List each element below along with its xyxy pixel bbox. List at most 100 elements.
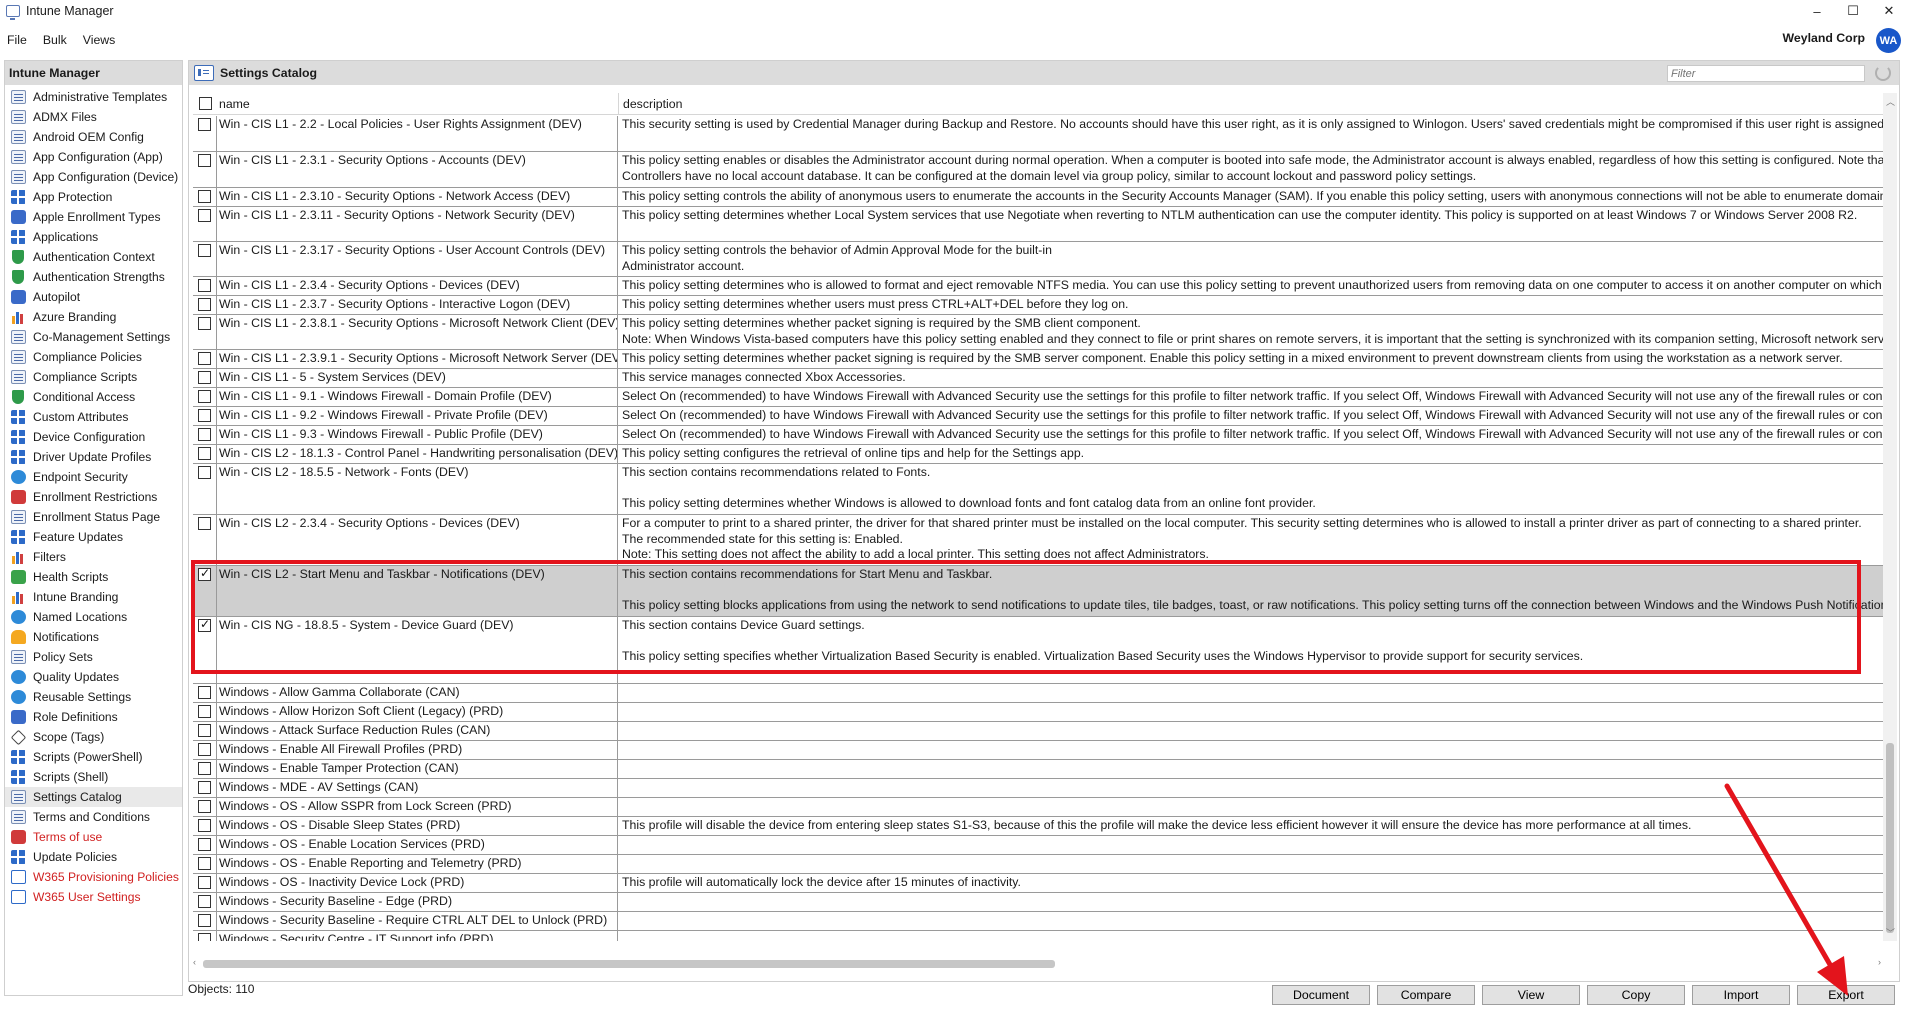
sidebar-item-scope-tags[interactable]: Scope (Tags) xyxy=(5,727,182,747)
scroll-up-icon[interactable]: ︿ xyxy=(1886,95,1895,108)
table-row[interactable]: Win - CIS L1 - 2.3.1 - Security Options … xyxy=(193,152,1883,188)
filter-input[interactable] xyxy=(1667,65,1865,82)
row-checkbox[interactable] xyxy=(198,154,211,167)
export-button[interactable]: Export xyxy=(1797,985,1895,1005)
row-checkbox[interactable] xyxy=(198,190,211,203)
import-button[interactable]: Import xyxy=(1692,985,1790,1005)
row-checkbox[interactable] xyxy=(198,447,211,460)
table-row[interactable]: Windows - OS - Disable Sleep States (PRD… xyxy=(193,817,1883,836)
row-checkbox[interactable] xyxy=(198,781,211,794)
sidebar-item-admx-files[interactable]: ADMX Files xyxy=(5,107,182,127)
table-row[interactable]: Windows - Enable All Firewall Profiles (… xyxy=(193,741,1883,760)
sidebar-item-settings-catalog[interactable]: Settings Catalog xyxy=(5,787,182,807)
row-checkbox[interactable] xyxy=(198,819,211,832)
row-checkbox[interactable] xyxy=(198,800,211,813)
table-row[interactable]: Windows - MDE - AV Settings (CAN) xyxy=(193,779,1883,798)
sidebar-item-terms-and-conditions[interactable]: Terms and Conditions xyxy=(5,807,182,827)
table-row[interactable]: Win - CIS L2 - Start Menu and Taskbar - … xyxy=(193,566,1883,617)
sidebar-item-intune-branding[interactable]: Intune Branding xyxy=(5,587,182,607)
sidebar-item-w365-provisioning-policies[interactable]: W365 Provisioning Policies xyxy=(5,867,182,887)
column-header-description[interactable]: description xyxy=(618,93,1883,114)
horizontal-scroll-thumb[interactable] xyxy=(203,960,1055,968)
table-row[interactable]: Win - CIS NG - 18.8.5 - System - Device … xyxy=(193,617,1883,684)
table-row[interactable]: Win - CIS L1 - 2.3.7 - Security Options … xyxy=(193,296,1883,315)
row-checkbox[interactable] xyxy=(198,390,211,403)
sidebar-item-conditional-access[interactable]: Conditional Access xyxy=(5,387,182,407)
row-checkbox[interactable] xyxy=(198,686,211,699)
sidebar-item-android-oem-config[interactable]: Android OEM Config xyxy=(5,127,182,147)
table-row[interactable]: Windows - OS - Enable Reporting and Tele… xyxy=(193,855,1883,874)
sidebar-item-app-protection[interactable]: App Protection xyxy=(5,187,182,207)
row-checkbox[interactable] xyxy=(198,857,211,870)
sidebar-item-authentication-strengths[interactable]: Authentication Strengths xyxy=(5,267,182,287)
table-row[interactable]: Windows - Security Baseline - Edge (PRD) xyxy=(193,893,1883,912)
select-all-checkbox[interactable] xyxy=(198,97,212,110)
sidebar-item-compliance-policies[interactable]: Compliance Policies xyxy=(5,347,182,367)
table-row[interactable]: Windows - Enable Tamper Protection (CAN) xyxy=(193,760,1883,779)
sidebar-item-driver-update-profiles[interactable]: Driver Update Profiles xyxy=(5,447,182,467)
table-row[interactable]: Win - CIS L1 - 2.3.4 - Security Options … xyxy=(193,277,1883,296)
document-button[interactable]: Document xyxy=(1272,985,1370,1005)
sidebar-item-policy-sets[interactable]: Policy Sets xyxy=(5,647,182,667)
scroll-right-icon[interactable]: › xyxy=(1878,957,1881,967)
sidebar-item-azure-branding[interactable]: Azure Branding xyxy=(5,307,182,327)
scroll-left-icon[interactable]: ‹ xyxy=(193,957,196,967)
row-checkbox[interactable] xyxy=(198,876,211,889)
sidebar-item-device-configuration[interactable]: Device Configuration xyxy=(5,427,182,447)
sidebar-item-apple-enrollment-types[interactable]: Apple Enrollment Types xyxy=(5,207,182,227)
row-checkbox[interactable] xyxy=(198,914,211,927)
sidebar-item-filters[interactable]: Filters xyxy=(5,547,182,567)
table-row[interactable]: Windows - OS - Enable Location Services … xyxy=(193,836,1883,855)
maximize-button[interactable]: ☐ xyxy=(1835,0,1871,22)
table-row[interactable]: Win - CIS L1 - 9.2 - Windows Firewall - … xyxy=(193,407,1883,426)
row-checkbox[interactable] xyxy=(198,466,211,479)
row-checkbox[interactable] xyxy=(198,724,211,737)
row-checkbox[interactable] xyxy=(198,705,211,718)
row-checkbox[interactable] xyxy=(198,517,211,530)
avatar[interactable]: WA xyxy=(1876,28,1901,53)
minimize-button[interactable]: – xyxy=(1799,0,1835,22)
table-row[interactable]: Win - CIS L1 - 9.1 - Windows Firewall - … xyxy=(193,388,1883,407)
sidebar-item-enrollment-restrictions[interactable]: Enrollment Restrictions xyxy=(5,487,182,507)
table-row[interactable]: Windows - Attack Surface Reduction Rules… xyxy=(193,722,1883,741)
sidebar-item-custom-attributes[interactable]: Custom Attributes xyxy=(5,407,182,427)
sidebar-item-app-configuration-app[interactable]: App Configuration (App) xyxy=(5,147,182,167)
row-checkbox[interactable] xyxy=(198,838,211,851)
sidebar-item-authentication-context[interactable]: Authentication Context xyxy=(5,247,182,267)
menu-file[interactable]: File xyxy=(7,33,27,47)
row-checkbox[interactable] xyxy=(198,317,211,330)
sidebar-item-scripts-shell[interactable]: Scripts (Shell) xyxy=(5,767,182,787)
row-checkbox[interactable] xyxy=(198,298,211,311)
sidebar-item-quality-updates[interactable]: Quality Updates xyxy=(5,667,182,687)
sidebar-item-feature-updates[interactable]: Feature Updates xyxy=(5,527,182,547)
row-checkbox[interactable] xyxy=(198,352,211,365)
sidebar-item-update-policies[interactable]: Update Policies xyxy=(5,847,182,867)
sidebar-item-administrative-templates[interactable]: Administrative Templates xyxy=(5,87,182,107)
view-button[interactable]: View xyxy=(1482,985,1580,1005)
horizontal-scrollbar[interactable]: ‹ › xyxy=(193,956,1883,970)
table-row[interactable]: Windows - OS - Allow SSPR from Lock Scre… xyxy=(193,798,1883,817)
table-row[interactable]: Win - CIS L1 - 2.3.10 - Security Options… xyxy=(193,188,1883,207)
sidebar-item-enrollment-status-page[interactable]: Enrollment Status Page xyxy=(5,507,182,527)
table-row[interactable]: Windows - OS - Inactivity Device Lock (P… xyxy=(193,874,1883,893)
row-checkbox[interactable] xyxy=(198,279,211,292)
vertical-scroll-thumb[interactable] xyxy=(1886,743,1894,933)
sidebar-item-named-locations[interactable]: Named Locations xyxy=(5,607,182,627)
scroll-down-icon[interactable]: ﹀ xyxy=(1886,926,1895,939)
row-checkbox[interactable] xyxy=(198,244,211,257)
row-checkbox[interactable] xyxy=(198,566,211,581)
sidebar-item-endpoint-security[interactable]: Endpoint Security xyxy=(5,467,182,487)
table-row[interactable]: Win - CIS L2 - 18.5.5 - Network - Fonts … xyxy=(193,464,1883,515)
row-checkbox[interactable] xyxy=(198,428,211,441)
sidebar-item-scripts-powershell[interactable]: Scripts (PowerShell) xyxy=(5,747,182,767)
table-row[interactable]: Windows - Allow Gamma Collaborate (CAN) xyxy=(193,684,1883,703)
row-checkbox[interactable] xyxy=(198,933,211,941)
sidebar-item-role-definitions[interactable]: Role Definitions xyxy=(5,707,182,727)
table-row[interactable]: Win - CIS L1 - 2.3.9.1 - Security Option… xyxy=(193,350,1883,369)
refresh-icon[interactable] xyxy=(1875,65,1891,81)
row-checkbox[interactable] xyxy=(198,617,211,632)
table-row[interactable]: Win - CIS L1 - 9.3 - Windows Firewall - … xyxy=(193,426,1883,445)
sidebar-item-terms-of-use[interactable]: Terms of use xyxy=(5,827,182,847)
table-row[interactable]: Win - CIS L2 - 2.3.4 - Security Options … xyxy=(193,515,1883,566)
vertical-scrollbar[interactable]: ︿ ﹀ xyxy=(1883,93,1897,941)
